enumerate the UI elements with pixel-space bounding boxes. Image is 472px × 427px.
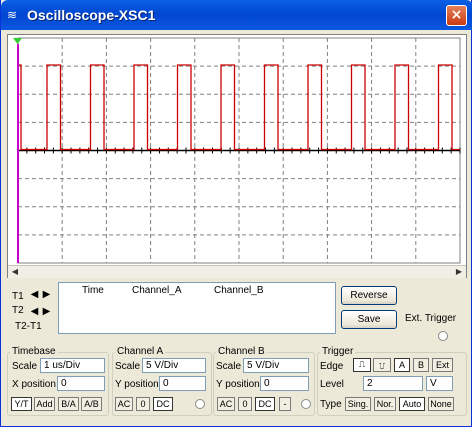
oscilloscope-screen <box>7 34 467 278</box>
channel-b-ypos-label: Y position <box>216 379 260 390</box>
t1-left-arrow-icon[interactable]: ◀ <box>29 289 40 300</box>
t2-label: T2 <box>12 305 24 316</box>
channel-b-ac-button[interactable]: AC <box>217 397 235 411</box>
horizontal-scrollbar[interactable]: ◀ ▶ <box>8 265 466 278</box>
oscilloscope-window: ≋ Oscilloscope-XSC1 × ◀ ▶ T1 ◀ ▶ T2 ◀ ▶ … <box>0 0 472 427</box>
title-bar[interactable]: ≋ Oscilloscope-XSC1 × <box>1 0 472 30</box>
mode-ab-button[interactable]: A/B <box>81 397 102 411</box>
timebase-scale-label: Scale <box>12 361 38 372</box>
scope-display <box>13 37 461 264</box>
readout-time-header: Time <box>82 285 104 296</box>
x-position-field[interactable]: 0 <box>57 376 105 391</box>
readout-channel-b-header: Channel_B <box>214 285 264 296</box>
channel-a-scale-field[interactable]: 5 V/Div <box>142 358 206 373</box>
trigger-level-field[interactable]: 2 <box>363 376 423 391</box>
x-position-label: X position <box>12 379 56 390</box>
channel-b-zero-button[interactable]: 0 <box>238 397 252 411</box>
trigger-title: Trigger <box>320 346 356 357</box>
falling-edge-icon[interactable]: ⎍ <box>373 358 391 372</box>
scroll-right-icon[interactable]: ▶ <box>454 267 464 277</box>
mode-ba-button[interactable]: B/A <box>58 397 79 411</box>
t2-right-arrow-icon[interactable]: ▶ <box>41 306 52 317</box>
trigger-single-button[interactable]: Sing. <box>345 397 371 411</box>
close-icon: × <box>450 7 463 23</box>
trigger-none-button[interactable]: None <box>428 397 454 411</box>
channel-a-terminal[interactable] <box>195 399 205 409</box>
rising-edge-icon[interactable]: ⎍ <box>353 358 371 372</box>
t2-left-arrow-icon[interactable]: ◀ <box>29 306 40 317</box>
trigger-source-a-button[interactable]: A <box>394 358 410 372</box>
channel-a-dc-button[interactable]: DC <box>153 397 173 411</box>
channel-b-scale-field[interactable]: 5 V/Div <box>243 358 309 373</box>
mode-add-button[interactable]: Add <box>34 397 55 411</box>
trigger-type-label: Type <box>320 399 342 410</box>
readout-channel-a-header: Channel_A <box>132 285 182 296</box>
t1-label: T1 <box>12 291 24 302</box>
channel-b-ypos-field[interactable]: 0 <box>260 376 309 391</box>
edge-label: Edge <box>320 361 344 372</box>
save-button[interactable]: Save <box>341 310 397 329</box>
channel-a-ypos-field[interactable]: 0 <box>159 376 206 391</box>
reverse-button[interactable]: Reverse <box>341 286 397 305</box>
channel-b-title: Channel B <box>216 346 267 357</box>
oscilloscope-icon: ≋ <box>7 8 18 22</box>
channel-b-scale-label: Scale <box>216 361 242 372</box>
trigger-marker-icon[interactable] <box>13 38 22 44</box>
channel-b-terminal[interactable] <box>301 399 311 409</box>
level-label: Level <box>320 379 344 390</box>
timebase-title: Timebase <box>10 346 58 357</box>
timebase-scale-field[interactable]: 1 us/Div <box>40 358 105 373</box>
channel-a-ac-button[interactable]: AC <box>115 397 133 411</box>
ext-trigger-label: Ext. Trigger <box>405 313 457 324</box>
trigger-normal-button[interactable]: Nor. <box>374 397 396 411</box>
mode-yt-button[interactable]: Y/T <box>11 397 32 411</box>
channel-a-ypos-label: Y position <box>115 379 159 390</box>
trigger-source-ext-button[interactable]: Ext <box>432 358 453 372</box>
close-button[interactable]: × <box>446 5 467 26</box>
trigger-auto-button[interactable]: Auto <box>399 397 425 411</box>
t2-t1-label: T2-T1 <box>15 321 42 332</box>
trigger-source-b-button[interactable]: B <box>413 358 429 372</box>
channel-b-dc-button[interactable]: DC <box>255 397 275 411</box>
measurement-readout: Time Channel_A Channel_B <box>58 282 336 334</box>
channel-b-minus-button[interactable]: - <box>279 397 291 411</box>
channel-a-scale-label: Scale <box>115 361 141 372</box>
window-title: Oscilloscope-XSC1 <box>27 7 156 23</box>
ext-trigger-terminal[interactable] <box>438 331 448 341</box>
channel-a-zero-button[interactable]: 0 <box>136 397 150 411</box>
t1-right-arrow-icon[interactable]: ▶ <box>41 289 52 300</box>
channel-a-title: Channel A <box>115 346 166 357</box>
scroll-left-icon[interactable]: ◀ <box>10 267 20 277</box>
trigger-level-unit[interactable]: V <box>426 376 453 391</box>
